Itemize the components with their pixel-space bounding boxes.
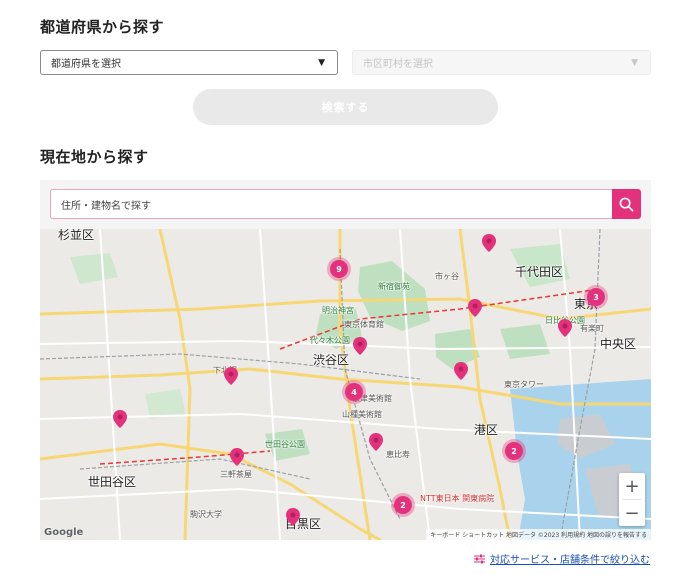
map-label-sangenjaya: 三軒茶屋 — [220, 470, 252, 479]
address-search-input[interactable]: 住所・建物名で探す — [50, 189, 613, 219]
map-label-setagaya: 世田谷区 — [88, 475, 137, 489]
store-pin[interactable] — [482, 234, 496, 252]
caret-down-icon: ▼ — [318, 58, 325, 68]
store-cluster[interactable]: 4 — [342, 380, 366, 404]
prefecture-select-value: 都道府県を選択 — [51, 59, 121, 70]
google-logo[interactable]: Google — [44, 527, 83, 538]
map-label-yoyogi-park: 代々木公園 — [310, 336, 350, 345]
map-label-suginami: 杉並区 — [58, 229, 95, 242]
map-label-shibuya: 渋谷区 — [313, 353, 350, 367]
map-label-minato: 港区 — [474, 423, 499, 437]
store-pin[interactable] — [369, 433, 383, 451]
city-select-value: 市区町村を選択 — [363, 59, 433, 70]
map-label-setagaya-park: 世田谷公園 — [265, 440, 305, 449]
map-zoom-control: + − — [619, 473, 645, 526]
prefecture-search-title: 都道府県から探す — [40, 18, 165, 36]
store-pin[interactable] — [353, 337, 367, 355]
store-pin[interactable] — [454, 362, 468, 380]
map[interactable]: 杉並区 千代田区 東京 中央区 渋谷区 港区 世田谷区 目黒区 市ヶ谷 新宿御苑… — [40, 229, 651, 540]
zoom-in-button[interactable]: + — [619, 473, 645, 499]
map-label-ichigaya: 市ヶ谷 — [435, 272, 459, 281]
map-label-yurakucho: 有楽町 — [580, 324, 604, 333]
map-label-chiyoda: 千代田区 — [515, 265, 564, 279]
map-label-tokyo-tower: 東京タワー — [504, 380, 544, 389]
store-cluster[interactable]: 3 — [584, 285, 608, 309]
search-button[interactable]: 検索する — [193, 89, 498, 125]
prefecture-select[interactable]: 都道府県を選択 ▼ — [40, 50, 338, 75]
store-pin[interactable] — [286, 508, 300, 526]
store-cluster[interactable]: 9 — [327, 257, 351, 281]
map-label-ntt-hospital: NTT東日本 関東病院 — [420, 494, 495, 503]
map-label-chuo: 中央区 — [600, 337, 637, 351]
store-cluster[interactable]: 2 — [502, 439, 526, 463]
store-pin[interactable] — [224, 367, 238, 385]
city-select[interactable]: 市区町村を選択 ▼ — [352, 50, 651, 75]
zoom-out-button[interactable]: − — [619, 500, 645, 526]
store-pin[interactable] — [113, 410, 127, 428]
search-icon — [619, 197, 634, 211]
map-label-meiji: 明治神宮 — [322, 306, 354, 315]
location-search-title: 現在地から探す — [40, 148, 149, 166]
address-search-button[interactable] — [612, 189, 641, 219]
sliders-icon — [474, 554, 485, 563]
filter-link[interactable]: 対応サービス・店舗条件で絞り込む — [474, 551, 650, 566]
store-pin[interactable] — [468, 299, 482, 317]
map-attribution[interactable]: キーボード ショートカット 地図データ ©2023 利用規約 地図の誤りを報告す… — [426, 529, 651, 540]
store-cluster[interactable]: 2 — [391, 493, 415, 517]
map-label-shinjuku-gyoen: 新宿御苑 — [378, 282, 410, 291]
map-label-yamatane: 山種美術館 — [342, 410, 382, 419]
caret-down-icon: ▼ — [631, 58, 638, 68]
map-label-ebisu: 恵比寿 — [386, 450, 410, 459]
filter-link-label: 対応サービス・店舗条件で絞り込む — [490, 555, 650, 566]
map-label-tokyo-gym: 東京体育館 — [344, 320, 384, 329]
store-pin[interactable] — [230, 448, 244, 466]
store-pin[interactable] — [558, 319, 572, 337]
map-label-komazawa: 駒沢大学 — [190, 510, 222, 519]
